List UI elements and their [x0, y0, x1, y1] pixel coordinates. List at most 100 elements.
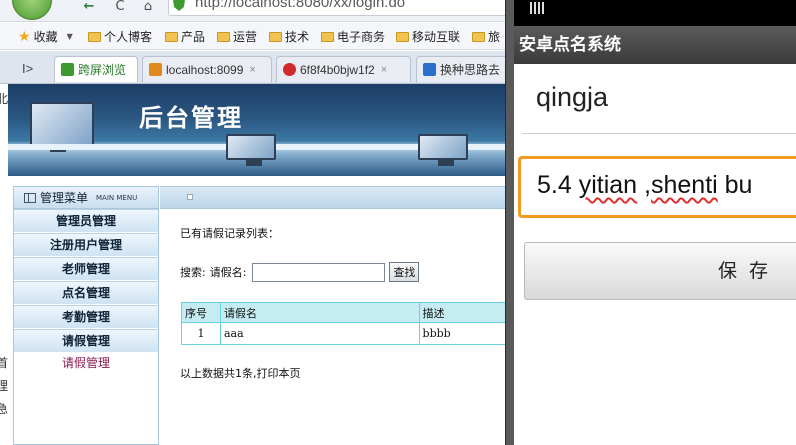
browser-logo-icon — [12, 0, 52, 20]
search-label: 搜索: — [180, 266, 206, 279]
bookmark-label: 技术 — [285, 30, 310, 44]
column-header: 请假名 — [219, 302, 420, 323]
tab-favicon-icon — [61, 63, 74, 76]
summary-text[interactable]: 以上数据共1条,打印本页 — [180, 365, 301, 381]
folder-icon — [472, 32, 485, 42]
edge-text: 理 — [0, 379, 9, 393]
sidebar-toggle-icon[interactable]: I> — [22, 61, 33, 76]
sidebar-item-attendance[interactable]: 考勤管理 — [14, 305, 158, 329]
bookmark-folder[interactable]: 移动互联 — [396, 29, 460, 45]
table-cell: aaa — [219, 322, 420, 345]
search-form: 搜索: 请假名: 查找 — [180, 262, 420, 282]
content-panel: 已有请假记录列表： 搜索: 请假名: 查找 序号 请假名 描述 1 aaa bb… — [160, 186, 507, 445]
reload-button[interactable]: C — [113, 0, 127, 14]
leave-table: 序号 请假名 描述 1 aaa bbbb — [181, 302, 507, 345]
monitor-icon — [226, 134, 276, 166]
bookmark-favorites[interactable]: ★ 收藏 ▼ — [18, 29, 73, 45]
text-fragment: bu — [717, 171, 753, 199]
folder-icon — [88, 32, 101, 42]
screen: ← C ⌂ http://localhost:8080/xx/login.do … — [0, 0, 796, 445]
bookmark-label: 移动互联 — [412, 30, 461, 44]
folder-icon — [269, 32, 282, 42]
tab-favicon-icon — [423, 63, 436, 76]
edge-text: 首 — [0, 356, 9, 370]
search-input[interactable] — [252, 262, 386, 282]
sidebar-subtitle: MAIN MENU — [96, 193, 138, 202]
tab-image[interactable]: 6f8f4b0bjw1f2 × — [276, 56, 411, 82]
bookmark-folder[interactable]: 运营 — [217, 29, 257, 45]
bookmark-folder[interactable]: 旅 — [472, 29, 500, 45]
bookmark-folder[interactable]: 电子商务 — [321, 29, 385, 45]
address-bar[interactable]: http://localhost:8080/xx/login.do — [168, 0, 507, 16]
folder-icon — [321, 32, 334, 42]
tab-favicon-icon — [283, 63, 296, 76]
folder-icon — [396, 32, 409, 42]
status-bar — [514, 0, 796, 26]
browser-window: ← C ⌂ http://localhost:8080/xx/login.do … — [0, 0, 507, 445]
sidebar-item-users[interactable]: 注册用户管理 — [14, 233, 158, 257]
shield-icon — [173, 0, 185, 11]
list-title: 已有请假记录列表： — [180, 227, 279, 240]
tab-label: 6f8f4b0bjw1f2 — [300, 62, 375, 77]
edge-text: 急 — [0, 402, 9, 416]
search-button[interactable]: 查找 — [389, 262, 420, 282]
tab-favicon-icon — [149, 63, 162, 76]
admin-sidebar: 管理菜单 MAIN MENU 管理员管理 注册用户管理 老师管理 点名管理 考勤… — [13, 186, 159, 445]
tab-label: 跨屏浏览 — [78, 63, 127, 77]
save-button[interactable]: 保存 — [524, 242, 796, 300]
text-fragment: , — [637, 171, 651, 199]
table-row[interactable]: 1 aaa bbbb — [181, 322, 507, 345]
sidebar-title: 管理菜单 — [40, 191, 89, 205]
monitor-icon — [418, 134, 468, 166]
bookmark-folder[interactable]: 技术 — [269, 29, 309, 45]
bookmark-folder[interactable]: 产品 — [165, 29, 205, 45]
field-label: 请假名: — [209, 266, 247, 279]
tab-cross-screen[interactable]: 跨屏浏览 — [54, 56, 138, 82]
chevron-down-icon: ▼ — [66, 32, 73, 41]
menu-icon — [24, 192, 36, 203]
close-icon[interactable]: × — [381, 64, 387, 76]
banner-title: 后台管理 — [139, 103, 243, 132]
sidebar-item-rollcall[interactable]: 点名管理 — [14, 281, 158, 305]
misspelled-word: yitian — [578, 171, 638, 199]
address-url[interactable]: http://localhost:8080/xx/login.do — [195, 0, 405, 11]
table-header-row: 序号 请假名 描述 — [181, 302, 507, 323]
empty-area — [514, 300, 796, 445]
text-fragment: 5.4 — [537, 171, 579, 199]
sidebar-header: 管理菜单 MAIN MENU — [14, 187, 158, 209]
home-button[interactable]: ⌂ — [140, 0, 156, 14]
edge-text: 北 — [0, 92, 9, 106]
close-icon[interactable]: × — [249, 64, 255, 76]
tab-article[interactable]: 换种思路去 — [416, 56, 507, 82]
sidebar-item-admin[interactable]: 管理员管理 — [14, 209, 158, 233]
table-cell: bbbb — [418, 322, 507, 345]
sidebar-item-teachers[interactable]: 老师管理 — [14, 257, 158, 281]
monitor-icon — [30, 102, 94, 152]
tab-strip: I> 跨屏浏览 localhost:8099 × 6f8f4b0bjw1f2 ×… — [0, 51, 507, 84]
bookmark-label: 产品 — [181, 30, 206, 44]
bookmark-label: 电子商务 — [337, 30, 386, 44]
bookmark-folder[interactable]: 个人博客 — [88, 29, 152, 45]
sidebar-item-leave[interactable]: 请假管理 — [14, 329, 158, 353]
tab-localhost[interactable]: localhost:8099 × — [142, 56, 272, 82]
bookmark-label: 个人博客 — [104, 30, 153, 44]
sidebar-subitem-leave[interactable]: 请假管理 — [14, 353, 158, 373]
bookmark-label: 旅 — [488, 30, 501, 44]
back-button[interactable]: ← — [80, 0, 98, 14]
folder-icon — [165, 32, 178, 42]
android-app: 安卓点名系统 qingja 5.4 yitian ,shenti bu 保存 — [514, 0, 796, 445]
tab-label: localhost:8099 — [166, 62, 244, 77]
app-title: 安卓点名系统 — [514, 26, 796, 64]
notification-icon — [530, 2, 546, 14]
leave-description-field[interactable]: 5.4 yitian ,shenti bu — [518, 156, 796, 218]
leave-name-field[interactable]: qingja — [522, 72, 796, 134]
column-header: 序号 — [181, 302, 221, 323]
admin-banner: 后台管理 — [8, 84, 507, 176]
sidebar-menu: 管理员管理 注册用户管理 老师管理 点名管理 考勤管理 请假管理 请假管理 — [14, 209, 158, 373]
address-toolbar: ← C ⌂ http://localhost:8080/xx/login.do — [0, 0, 507, 22]
folder-icon — [217, 32, 230, 42]
bullet-icon — [187, 194, 193, 200]
column-header: 描述 — [418, 302, 507, 323]
bookmark-label: 运营 — [233, 30, 258, 44]
admin-page: 北 首 理 急 后台管理 管理菜单 MAIN MENU 管理员管理 注册用户管理… — [0, 84, 507, 445]
